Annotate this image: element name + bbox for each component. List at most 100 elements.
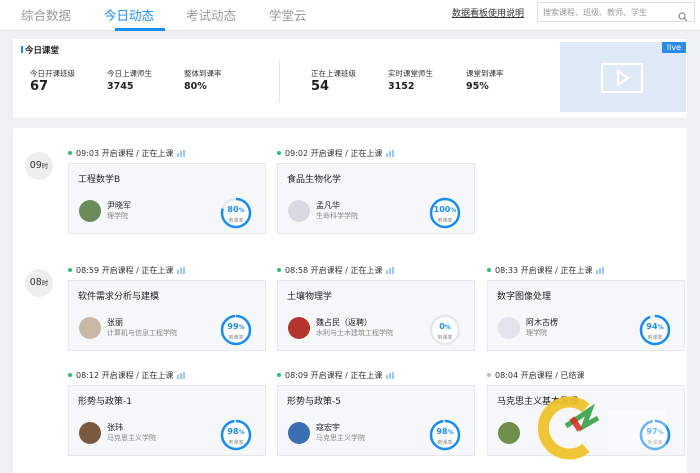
attendance-label: 到课率 <box>228 440 244 446</box>
teacher-avatar <box>79 317 101 339</box>
today-class-summary: 今日课堂 今日开课班级 67 今日上课师生 3745 整体到课率 80% 正在上… <box>13 39 687 118</box>
class-card[interactable]: 数字图像处理 阿木古楞 理学院 94% 到课率 <box>487 280 685 351</box>
class-status: 09:02 开启课程 / 正在上课 <box>277 148 395 159</box>
live-signal-icon <box>596 267 605 276</box>
stat-label-overall-rate: 整体到课率 <box>184 69 222 78</box>
attendance-percent: 99% <box>227 322 245 331</box>
teacher-college: 马克思主义学院 <box>107 434 156 442</box>
status-dot <box>277 151 281 155</box>
status-dot <box>487 268 491 272</box>
attendance-ring: 98% 到课率 <box>219 418 253 452</box>
attendance-percent: 98% <box>227 427 245 436</box>
teacher-avatar <box>288 422 310 444</box>
stat-label-live-classes: 正在上课班级 <box>311 69 356 78</box>
play-icon[interactable] <box>601 63 643 97</box>
tab-today[interactable]: 今日动态 <box>104 5 154 24</box>
attendance-ring: 99% 到课率 <box>219 313 253 347</box>
course-title: 食品生物化学 <box>287 175 342 185</box>
teacher-name: 孟凡华 <box>316 201 340 210</box>
live-signal-icon <box>177 372 186 381</box>
stat-value-people-today: 3745 <box>107 81 134 92</box>
class-status-text: 08:12 开启课程 / 正在上课 <box>76 371 174 380</box>
top-nav-bar: 综合数据 今日动态 考试动态 学堂云 数据看板使用说明 搜索课程、班级、教师、学… <box>0 0 700 31</box>
teacher-college: 生命科学学院 <box>316 212 358 220</box>
attendance-percent: 94% <box>646 322 664 331</box>
active-tab-indicator <box>115 28 165 31</box>
class-status: 08:12 开启课程 / 正在上课 <box>68 370 186 381</box>
teacher-name: 张玮 <box>107 423 123 432</box>
live-signal-icon <box>386 267 395 276</box>
attendance-label: 到课率 <box>228 218 244 224</box>
course-title: 形势与政策-5 <box>287 397 341 407</box>
attendance-label: 到课率 <box>228 335 244 341</box>
hour-marker-09: 09时 <box>25 152 53 180</box>
course-title: 软件需求分析与建模 <box>78 292 160 302</box>
status-dot <box>277 268 281 272</box>
teacher-name: 尹晓军 <box>107 201 131 210</box>
class-status: 08:33 开启课程 / 正在上课 <box>487 265 605 276</box>
teacher-avatar <box>288 317 310 339</box>
teacher-name: 寇宏宇 <box>316 423 340 432</box>
course-title: 形势与政策-1 <box>78 397 132 407</box>
class-status-text: 08:59 开启课程 / 正在上课 <box>76 266 174 275</box>
class-card[interactable]: 食品生物化学孟凡华生命科学学院 100% 到课率 <box>277 163 475 234</box>
stat-value-classes-today: 67 <box>30 79 49 94</box>
class-status-text: 08:58 开启课程 / 正在上课 <box>285 266 383 275</box>
class-status-text: 09:02 开启课程 / 正在上课 <box>285 149 383 158</box>
teacher-college: 理学院 <box>107 212 128 220</box>
attendance-percent: 98% <box>436 427 454 436</box>
class-status-text: 08:33 开启课程 / 正在上课 <box>495 266 593 275</box>
attendance-ring: 98% 到课率 <box>428 418 462 452</box>
live-signal-icon <box>386 372 395 381</box>
teacher-college: 马克思主义学院 <box>316 434 365 442</box>
attendance-label: 到课率 <box>437 218 453 224</box>
class-status-text: 08:04 开启课程 / 已结课 <box>495 371 585 380</box>
course-title: 工程数学B <box>78 175 121 185</box>
search-box[interactable]: 搜索课程、班级、教师、学生 <box>537 2 695 22</box>
teacher-avatar <box>288 200 310 222</box>
course-title: 数字图像处理 <box>497 292 552 302</box>
stat-label-live-people: 实时课堂师生 <box>388 69 433 78</box>
tab-overview[interactable]: 综合数据 <box>21 5 71 24</box>
attendance-ring: 100% 到课率 <box>428 196 462 230</box>
status-dot <box>487 373 491 377</box>
attendance-percent: 0% <box>439 322 451 331</box>
attendance-ring: 0% 到课率 <box>428 313 462 347</box>
status-dot <box>277 373 281 377</box>
attendance-percent: 100% <box>433 205 457 214</box>
stat-value-live-classes: 54 <box>311 79 330 94</box>
attendance-label: 到课率 <box>437 335 453 341</box>
class-card[interactable]: 形势与政策-1 张玮马克思主义学院 98% 到课率 <box>68 385 266 456</box>
teacher-avatar <box>498 422 520 444</box>
watermark-logo <box>537 388 670 467</box>
class-status-text: 08:09 开启课程 / 正在上课 <box>285 371 383 380</box>
class-card[interactable]: 土壤物理学魏占民（返聘） 水利与土木建筑工程学院 0% 到课率 <box>277 280 475 351</box>
tab-exams[interactable]: 考试动态 <box>186 5 236 24</box>
teacher-college: 理学院 <box>526 329 547 337</box>
teacher-avatar <box>498 317 520 339</box>
course-title: 土壤物理学 <box>287 292 333 302</box>
stat-value-class-rate: 95% <box>466 81 489 92</box>
class-status: 08:59 开启课程 / 正在上课 <box>68 265 186 276</box>
stat-label-people-today: 今日上课师生 <box>107 69 152 78</box>
class-card[interactable]: 形势与政策-5 寇宏宇马克思主义学院 98% 到课率 <box>277 385 475 456</box>
teacher-college: 水利与土木建筑工程学院 <box>316 329 393 337</box>
attendance-label: 到课率 <box>437 440 453 446</box>
teacher-name: 魏占民（返聘） <box>316 318 372 327</box>
search-icon[interactable] <box>678 7 688 26</box>
live-signal-icon <box>386 150 395 159</box>
teacher-name: 张丽 <box>107 318 123 327</box>
hour-marker-08: 08时 <box>25 269 53 297</box>
stat-value-live-people: 3152 <box>388 81 415 92</box>
dashboard-help-link[interactable]: 数据看板使用说明 <box>452 6 524 19</box>
live-video-preview[interactable]: live <box>560 42 686 112</box>
tab-xuetangyun[interactable]: 学堂云 <box>269 5 307 24</box>
class-card[interactable]: 软件需求分析与建模张丽计算机与信息工程学院 99% 到课率 <box>68 280 266 351</box>
teacher-avatar <box>79 422 101 444</box>
search-input[interactable]: 搜索课程、班级、教师、学生 <box>543 7 647 18</box>
teacher-college: 计算机与信息工程学院 <box>107 329 177 337</box>
class-card[interactable]: 工程数学B 尹晓军 理学院 80% 到课率 <box>68 163 266 234</box>
status-dot <box>68 151 72 155</box>
class-status-text: 09:03 开启课程 / 正在上课 <box>76 149 174 158</box>
stat-label-classes-today: 今日开课班级 <box>30 69 75 78</box>
